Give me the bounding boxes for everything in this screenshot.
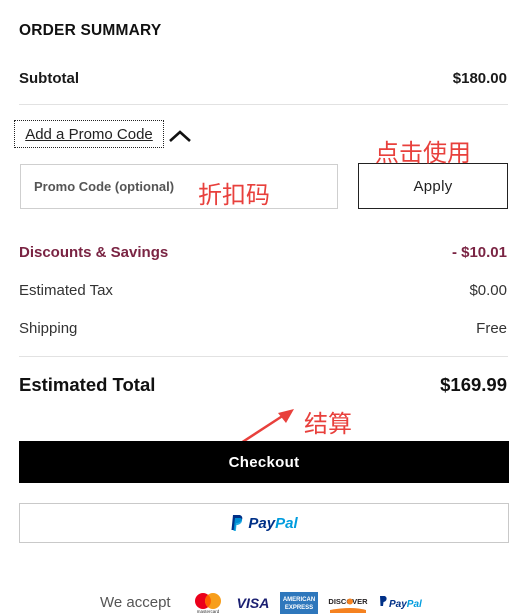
promo-code-input[interactable]: [20, 164, 338, 209]
paypal-icon: [231, 515, 243, 531]
paypal-card-pay: Pay: [389, 599, 407, 610]
visa-text: VISA: [237, 595, 270, 611]
apply-label: Apply: [413, 177, 453, 195]
amex-icon: AMERICAN EXPRESS: [280, 592, 318, 614]
shipping-value: Free: [476, 320, 507, 337]
paypal-button[interactable]: PayPal: [19, 503, 509, 543]
annotation-apply: 点击使用: [375, 139, 471, 167]
order-summary-title: ORDER SUMMARY: [19, 22, 162, 39]
paypal-card-pal: Pal: [407, 599, 422, 610]
mastercard-caption: mastercard: [197, 609, 220, 614]
chevron-up-icon[interactable]: [168, 128, 192, 144]
visa-icon: VISA: [237, 595, 270, 611]
divider: [19, 356, 508, 357]
subtotal-label: Subtotal: [19, 70, 79, 87]
annotation-checkout: 结算: [304, 410, 352, 438]
estimated-total-value: $169.99: [440, 374, 507, 395]
estimated-tax-value: $0.00: [469, 282, 507, 299]
annotation-promo: 折扣码: [198, 181, 270, 209]
paypal-card-icon: PayPal: [380, 596, 422, 610]
subtotal-value: $180.00: [452, 70, 507, 87]
estimated-total-label: Estimated Total: [19, 374, 156, 395]
add-promo-code-link[interactable]: Add a Promo Code: [14, 120, 164, 148]
promo-toggle-label: Add a Promo Code: [25, 125, 153, 143]
shipping-label: Shipping: [19, 320, 78, 337]
svg-text:PayPal: PayPal: [389, 599, 422, 610]
amex-line2: EXPRESS: [285, 605, 313, 611]
divider: [19, 104, 508, 105]
estimated-tax-label: Estimated Tax: [19, 282, 113, 299]
we-accept-label: We accept: [100, 594, 171, 611]
apply-button[interactable]: Apply: [358, 163, 508, 209]
discover-icon: DISCOVER: [328, 597, 368, 613]
paypal-logo: PayPal: [230, 514, 298, 532]
discounts-value: - $10.01: [451, 244, 507, 261]
paypal-pal-text: Pal: [275, 514, 298, 532]
paypal-pay-text: Pay: [248, 514, 276, 532]
checkout-label: Checkout: [228, 453, 300, 471]
amex-line1: AMERICAN: [283, 597, 315, 603]
checkout-button[interactable]: Checkout: [19, 441, 509, 483]
mastercard-icon: mastercard: [195, 593, 221, 614]
discounts-label: Discounts & Savings: [19, 244, 169, 261]
